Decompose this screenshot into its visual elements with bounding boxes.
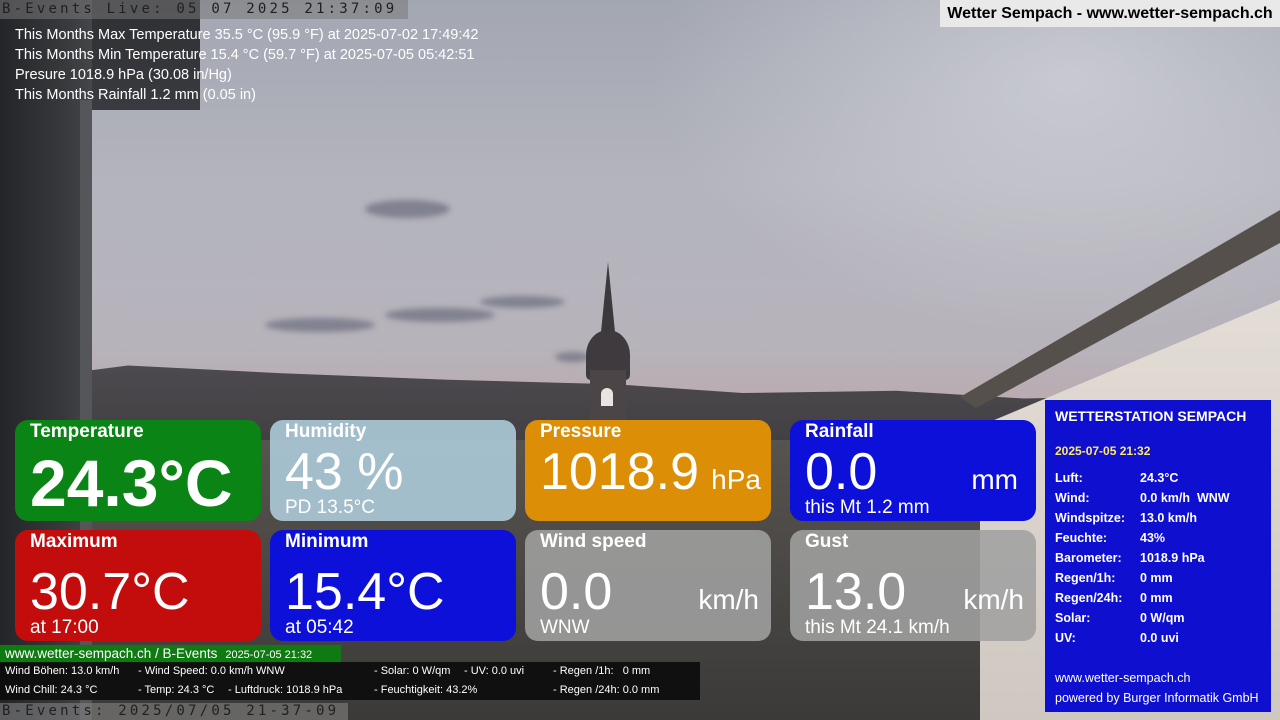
station-value: 0 mm [1140,571,1173,585]
station-value: 0.0 km/h WNW [1140,491,1230,505]
tile-sub: PD 13.5°C [285,497,375,518]
tile-title: Pressure [540,421,622,442]
cloud [555,352,590,362]
station-readings: Luft: 24.3°C Wind: 0.0 km/h WNW Windspitze… [1055,468,1230,648]
station-value: 13.0 km/h [1140,511,1197,525]
tile-sub: WNW [540,617,590,638]
tile-title: Maximum [30,531,118,552]
station-key: Wind: [1055,491,1090,505]
stat-rainfall: This Months Rainfall 1.2 mm (0.05 in) [15,87,256,103]
tile-unit: km/h [698,584,759,615]
tile-value: 15.4°C [285,563,445,621]
station-footer: www.wetter-sempach.ch powered by Burger … [1055,668,1259,708]
station-row: Barometer: 1018.9 hPa [1055,548,1230,568]
station-value: 0 mm [1140,591,1173,605]
ticker-pressure: - Luftdruck: 1018.9 hPa [228,684,343,696]
stat-max-temp: This Months Max Temperature 35.5 °C (95.… [15,27,479,43]
tile-value: 0.0 [805,443,878,501]
station-row: Solar: 0 W/qm [1055,608,1230,628]
station-url: www.wetter-sempach.ch [1055,671,1191,685]
tile-maximum: Maximum 30.7°C at 17:00 [15,530,261,641]
tile-temperature: Temperature 24.3°C [15,420,261,521]
tile-sub: this Mt 1.2 mm [805,497,930,518]
station-row: Luft: 24.3°C [1055,468,1230,488]
station-value: 1018.9 hPa [1140,551,1205,565]
station-value: 24.3°C [1140,471,1179,485]
ticker-date: 2025-07-05 21:32 [225,649,313,661]
cloud [480,296,565,308]
station-key: UV: [1055,631,1076,645]
ticker-uv: - UV: 0.0 uvi [464,665,525,677]
station-value: 0.0 uvi [1140,631,1179,645]
station-row: UV: 0.0 uvi [1055,628,1230,648]
ticker-wind-speed: - Wind Speed: 0.0 km/h WNW [138,665,285,677]
tile-gust: Gust 13.0 km/h this Mt 24.1 km/h [790,530,1036,641]
station-key: Regen/24h: [1055,591,1123,605]
ticker-rain-1h: - Regen /1h: 0 mm [553,665,651,677]
site-title: Wetter Sempach - www.wetter-sempach.ch [940,0,1280,27]
tile-value: 24.3°C [30,446,233,520]
tile-title: Humidity [285,421,367,442]
tile-unit: km/h [963,584,1024,615]
station-value: 0 W/qm [1140,611,1185,625]
tile-value: 30.7°C [30,563,190,621]
tile-unit: hPa [711,464,761,495]
church-window [601,388,613,406]
station-key: Solar: [1055,611,1091,625]
ticker-header: www.wetter-sempach.ch / B-Events 2025-07-… [0,645,341,663]
station-key: Luft: [1055,471,1083,485]
station-key: Barometer: [1055,551,1122,565]
tile-rainfall: Rainfall 0.0 mm this Mt 1.2 mm [790,420,1036,521]
ticker-solar: - Solar: 0 W/qm [374,665,451,677]
tile-value: 13.0 [805,563,907,621]
month-stats: This Months Max Temperature 35.5 °C (95.… [15,25,479,105]
tile-pressure: Pressure 1018.9 hPa [525,420,771,521]
bottom-timestamp: B-Events: 2025/07/05 21-37-09 [0,703,348,720]
station-key: Regen/1h: [1055,571,1116,585]
ticker-rain-24h: - Regen /24h: 0.0 mm [553,684,660,696]
tile-value: 0.0 [540,563,613,621]
stat-pressure: Presure 1018.9 hPa (30.08 in/Hg) [15,67,232,83]
station-row: Wind: 0.0 km/h WNW [1055,488,1230,508]
station-panel: WETTERSTATION SEMPACH 2025-07-05 21:32 L… [1045,400,1271,712]
station-row: Windspitze: 13.0 km/h [1055,508,1230,528]
tile-minimum: Minimum 15.4°C at 05:42 [270,530,516,641]
station-row: Regen/24h: 0 mm [1055,588,1230,608]
tile-title: Wind speed [540,531,647,552]
tile-wind-speed: Wind speed 0.0 km/h WNW [525,530,771,641]
stat-min-temp: This Months Min Temperature 15.4 °C (59.… [15,47,475,63]
tile-title: Gust [805,531,849,552]
tile-value: 1018.9 [540,443,700,501]
tile-sub: this Mt 24.1 km/h [805,617,950,638]
station-title: WETTERSTATION SEMPACH [1055,408,1247,424]
tile-unit: mm [971,464,1018,495]
sky-glow [580,0,1280,380]
station-row: Feuchte: 43% [1055,528,1230,548]
ticker-wind-chill: Wind Chill: 24.3 °C [5,684,98,696]
tile-title: Temperature [30,421,144,442]
station-row: Regen/1h: 0 mm [1055,568,1230,588]
tile-title: Minimum [285,531,369,552]
tile-humidity: Humidity 43 % PD 13.5°C [270,420,516,521]
station-value: 43% [1140,531,1166,545]
ticker-humidity: - Feuchtigkeit: 43.2% [374,684,478,696]
ticker-body: Wind Böhen: 13.0 km/h - Wind Speed: 0.0 … [0,662,700,700]
tile-value: 43 % [285,443,404,501]
station-credit: powered by Burger Informatik GmbH [1055,691,1259,705]
ticker-site: www.wetter-sempach.ch / B-Events [5,646,218,661]
tile-title: Rainfall [805,421,874,442]
ticker-wind-gust: Wind Böhen: 13.0 km/h [5,665,120,677]
station-key: Windspitze: [1055,511,1126,525]
tile-sub: at 05:42 [285,617,354,638]
tile-sub: at 17:00 [30,617,99,638]
ticker-temp: - Temp: 24.3 °C [138,684,215,696]
cloud [365,200,450,218]
cloud [265,318,375,332]
cloud [385,308,495,322]
live-timestamp: B-Events Live: 05 07 2025 21:37:09 [0,0,408,19]
station-key: Feuchte: [1055,531,1108,545]
station-date: 2025-07-05 21:32 [1055,444,1151,458]
